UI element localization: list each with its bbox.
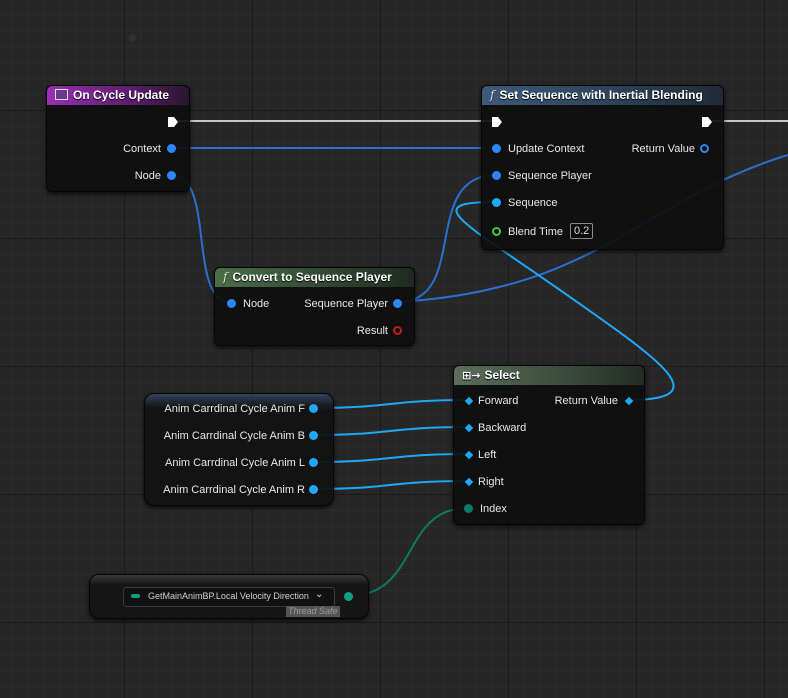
- left-label: Left: [478, 449, 497, 461]
- update-context-label: Update Context: [508, 143, 585, 155]
- blend-time-pin[interactable]: [492, 227, 501, 236]
- anim-l-wire: [313, 453, 467, 463]
- thread-safe-badge: Thread Safe: [286, 606, 340, 617]
- anim-b-wire: [313, 426, 467, 436]
- anim-f-wire: [313, 399, 467, 409]
- sequence-player-pin[interactable]: [492, 171, 501, 180]
- node-title: Set Sequence with Inertial Blending: [499, 88, 703, 102]
- update-context-pin[interactable]: [492, 144, 501, 153]
- event-icon: [55, 89, 68, 100]
- left-pin[interactable]: [464, 450, 474, 460]
- anim-b-label: Anim Carrdinal Cycle Anim B: [163, 430, 305, 442]
- backward-label: Backward: [478, 422, 527, 434]
- on-cycle-update-node[interactable]: On Cycle Update Context Node: [46, 85, 190, 192]
- getter-value-box[interactable]: GetMainAnimBP.Local Velocity Direction ⌄: [123, 587, 335, 607]
- sequence-label: Sequence: [508, 197, 558, 209]
- backward-pin[interactable]: [464, 423, 474, 433]
- anim-r-wire: [313, 480, 467, 490]
- anim-r-pin[interactable]: [309, 485, 318, 494]
- velocity-direction-getter-node[interactable]: GetMainAnimBP.Local Velocity Direction ⌄…: [89, 574, 369, 619]
- blend-time-label: Blend Time: [508, 226, 564, 238]
- node-header[interactable]: On Cycle Update: [47, 86, 189, 105]
- context-pin-label: Context: [123, 143, 161, 155]
- result-pin[interactable]: [393, 326, 402, 335]
- exec-out-pin[interactable]: [701, 116, 713, 128]
- getter-value: GetMainAnimBP.Local Velocity Direction: [148, 591, 309, 601]
- sequence-player-out-label: Sequence Player: [304, 298, 388, 310]
- result-label: Result: [356, 325, 388, 337]
- function-icon: f: [490, 88, 495, 102]
- anim-l-label: Anim Carrdinal Cycle Anim L: [165, 457, 305, 469]
- set-sequence-node[interactable]: f Set Sequence with Inertial Blending Upd…: [481, 85, 724, 250]
- anim-r-label: Anim Carrdinal Cycle Anim R: [163, 484, 305, 496]
- node-header[interactable]: f Convert to Sequence Player: [215, 268, 414, 287]
- anim-b-pin[interactable]: [309, 431, 318, 440]
- right-label: Right: [478, 476, 504, 488]
- forward-label: Forward: [478, 395, 519, 407]
- right-pin[interactable]: [464, 477, 474, 487]
- anim-f-label: Anim Carrdinal Cycle Anim F: [164, 403, 305, 415]
- sequence-pin[interactable]: [492, 198, 501, 207]
- anim-l-pin[interactable]: [309, 458, 318, 467]
- select-node[interactable]: ⊞→ Select Forward Return Value Backward L…: [453, 365, 645, 525]
- sequence-player-out-pin[interactable]: [393, 299, 402, 308]
- index-label: Index: [480, 503, 507, 515]
- exec-in-pin[interactable]: [491, 116, 503, 128]
- node-title: Select: [484, 368, 520, 382]
- select-icon: ⊞→: [462, 369, 481, 382]
- node-title: On Cycle Update: [73, 88, 170, 102]
- chevron-down-icon[interactable]: ⌄: [315, 589, 323, 600]
- graph-watermark: ◆: [128, 30, 138, 44]
- return-value-pin[interactable]: [624, 396, 634, 406]
- anim-f-pin[interactable]: [309, 404, 318, 413]
- node-pin-label: Node: [134, 170, 161, 182]
- sequence-player-label: Sequence Player: [508, 170, 592, 182]
- node-pin[interactable]: [167, 171, 176, 180]
- context-pin[interactable]: [167, 144, 176, 153]
- node-header[interactable]: ⊞→ Select: [454, 366, 644, 385]
- forward-pin[interactable]: [464, 396, 474, 406]
- function-icon: f: [223, 270, 228, 284]
- return-value-pin[interactable]: [700, 144, 709, 153]
- return-value-label: Return Value: [554, 395, 618, 407]
- node-in-pin[interactable]: [227, 299, 236, 308]
- getter-out-pin[interactable]: [344, 592, 353, 601]
- index-pin[interactable]: [464, 504, 473, 513]
- enum-icon: [131, 594, 140, 598]
- node-header[interactable]: f Set Sequence with Inertial Blending: [482, 86, 723, 105]
- node-title: Convert to Sequence Player: [232, 270, 392, 284]
- exec-out-pin[interactable]: [167, 116, 179, 128]
- convert-to-sequence-player-node[interactable]: f Convert to Sequence Player Node Sequenc…: [214, 267, 415, 346]
- node-in-label: Node: [243, 298, 270, 310]
- anim-variables-node[interactable]: Anim Carrdinal Cycle Anim F Anim Carrdin…: [144, 393, 334, 506]
- return-value-label: Return Value: [631, 143, 695, 155]
- blend-time-input[interactable]: 0.2: [570, 223, 594, 239]
